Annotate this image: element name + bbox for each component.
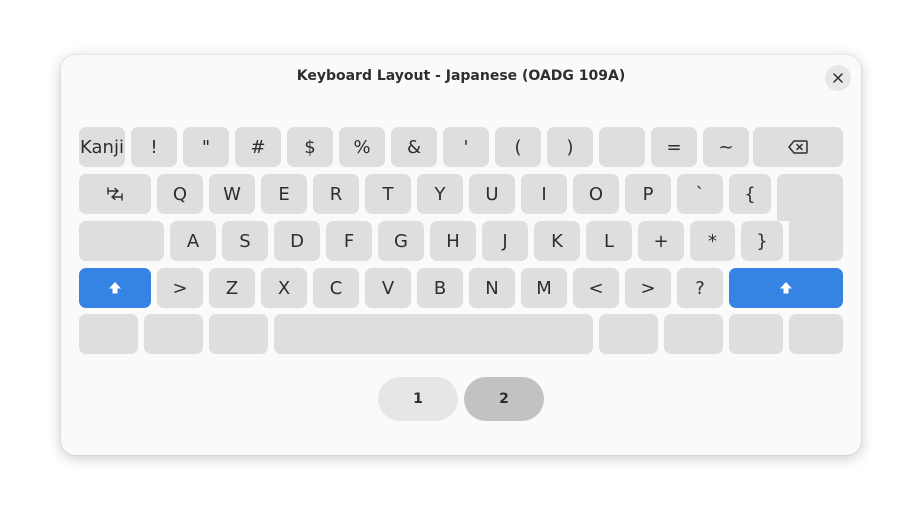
key-right-paren[interactable]: ) xyxy=(547,127,593,167)
backspace-icon xyxy=(788,140,808,154)
key-left-paren[interactable]: ( xyxy=(495,127,541,167)
key-blank[interactable] xyxy=(599,127,645,167)
key-super-left[interactable] xyxy=(144,314,203,354)
key-a[interactable]: A xyxy=(170,221,216,261)
close-button[interactable] xyxy=(825,65,851,91)
key-kanji[interactable]: Kanji xyxy=(79,127,125,167)
key-p[interactable]: P xyxy=(625,174,671,214)
key-alt-left[interactable] xyxy=(209,314,268,354)
tab-icon xyxy=(107,187,123,201)
key-tab[interactable] xyxy=(79,174,151,214)
key-alt-right[interactable] xyxy=(599,314,658,354)
key-percent[interactable]: % xyxy=(339,127,385,167)
page-1-button[interactable]: 1 xyxy=(378,377,458,421)
key-hash[interactable]: # xyxy=(235,127,281,167)
key-g[interactable]: G xyxy=(378,221,424,261)
key-left-shift[interactable] xyxy=(79,268,151,308)
key-t[interactable]: T xyxy=(365,174,411,214)
key-x[interactable]: X xyxy=(261,268,307,308)
key-v[interactable]: V xyxy=(365,268,411,308)
keyboard-layout-dialog: Keyboard Layout - Japanese (OADG 109A) K… xyxy=(61,55,861,455)
key-e[interactable]: E xyxy=(261,174,307,214)
key-plus[interactable]: + xyxy=(638,221,684,261)
key-j[interactable]: J xyxy=(482,221,528,261)
shift-icon xyxy=(109,282,121,294)
key-n[interactable]: N xyxy=(469,268,515,308)
key-z[interactable]: Z xyxy=(209,268,255,308)
key-c[interactable]: C xyxy=(313,268,359,308)
key-w[interactable]: W xyxy=(209,174,255,214)
page-2-button[interactable]: 2 xyxy=(464,377,544,421)
key-q[interactable]: Q xyxy=(157,174,203,214)
key-tilde[interactable]: ~ xyxy=(703,127,749,167)
key-y[interactable]: Y xyxy=(417,174,463,214)
key-ctrl-left[interactable] xyxy=(79,314,138,354)
key-enter[interactable] xyxy=(777,174,843,261)
shift-icon xyxy=(780,282,792,294)
key-r[interactable]: R xyxy=(313,174,359,214)
key-backspace[interactable] xyxy=(753,127,843,167)
key-super-right[interactable] xyxy=(664,314,723,354)
key-h[interactable]: H xyxy=(430,221,476,261)
key-left-brace[interactable]: { xyxy=(729,174,771,214)
key-menu[interactable] xyxy=(729,314,783,354)
key-ctrl-right[interactable] xyxy=(789,314,843,354)
key-question[interactable]: ? xyxy=(677,268,723,308)
key-k[interactable]: K xyxy=(534,221,580,261)
key-space[interactable] xyxy=(274,314,593,354)
key-greater-than[interactable]: > xyxy=(157,268,203,308)
key-b[interactable]: B xyxy=(417,268,463,308)
key-ampersand[interactable]: & xyxy=(391,127,437,167)
key-s[interactable]: S xyxy=(222,221,268,261)
key-asterisk[interactable]: * xyxy=(690,221,735,261)
key-i[interactable]: I xyxy=(521,174,567,214)
key-double-quote[interactable]: " xyxy=(183,127,229,167)
key-o[interactable]: O xyxy=(573,174,619,214)
key-right-brace[interactable]: } xyxy=(741,221,783,261)
close-icon xyxy=(833,73,843,83)
key-greater-than-2[interactable]: > xyxy=(625,268,671,308)
key-equals[interactable]: = xyxy=(651,127,697,167)
key-backtick[interactable]: ` xyxy=(677,174,723,214)
dialog-title: Keyboard Layout - Japanese (OADG 109A) xyxy=(296,68,626,84)
key-f[interactable]: F xyxy=(326,221,372,261)
key-right-shift[interactable] xyxy=(729,268,843,308)
key-d[interactable]: D xyxy=(274,221,320,261)
key-m[interactable]: M xyxy=(521,268,567,308)
key-caps-lock[interactable] xyxy=(79,221,164,261)
key-exclamation[interactable]: ! xyxy=(131,127,177,167)
key-dollar[interactable]: $ xyxy=(287,127,333,167)
key-l[interactable]: L xyxy=(586,221,632,261)
key-less-than[interactable]: < xyxy=(573,268,619,308)
key-apostrophe[interactable]: ' xyxy=(443,127,489,167)
key-u[interactable]: U xyxy=(469,174,515,214)
